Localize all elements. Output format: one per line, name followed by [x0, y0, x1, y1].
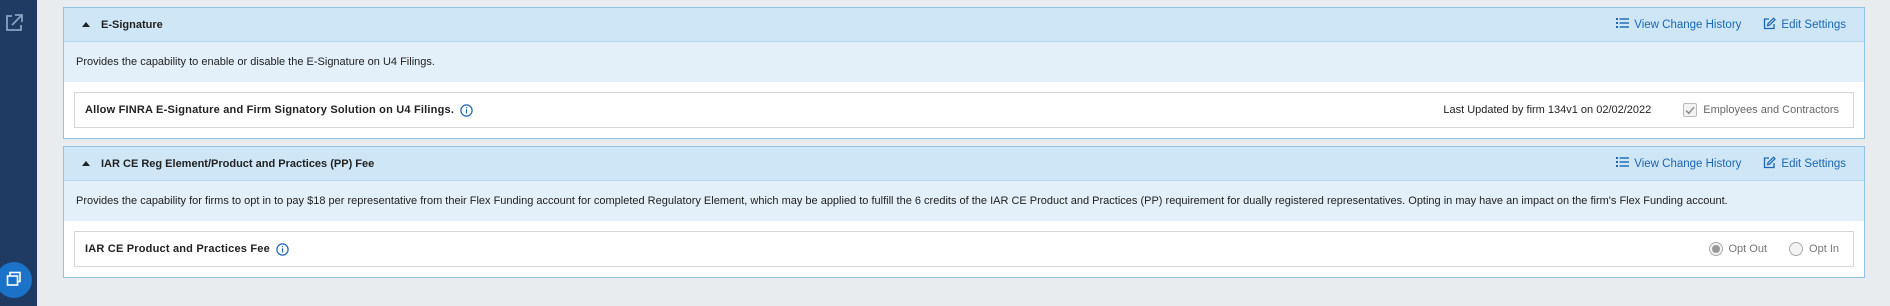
windows-button[interactable] [0, 262, 32, 298]
info-icon[interactable] [276, 242, 289, 256]
list-icon [1616, 156, 1630, 171]
setting-row: IAR CE Product and Practices Fee Opt Out [74, 231, 1854, 267]
radio-unselected-icon[interactable] [1789, 242, 1804, 256]
view-change-history-link[interactable]: View Change History [1616, 156, 1741, 171]
windows-icon [6, 271, 22, 290]
left-rail [0, 0, 37, 306]
section-header: E-Signature View Change History Edit Set… [64, 8, 1864, 42]
edit-settings-label: Edit Settings [1781, 157, 1846, 170]
checkbox-checked-icon[interactable] [1683, 103, 1698, 117]
info-icon[interactable] [460, 103, 473, 117]
opt-in-label: Opt In [1809, 243, 1839, 255]
edit-icon [1763, 155, 1777, 172]
employees-contractors-checkbox[interactable]: Employees and Contractors [1683, 103, 1839, 117]
opt-out-radio[interactable]: Opt Out [1708, 242, 1768, 256]
list-icon [1616, 17, 1630, 32]
edit-settings-link[interactable]: Edit Settings [1763, 155, 1846, 172]
view-change-history-link[interactable]: View Change History [1616, 17, 1741, 32]
section-description: Provides the capability for firms to opt… [64, 181, 1864, 221]
settings-main: E-Signature View Change History Edit Set… [63, 7, 1865, 285]
section-e-signature: E-Signature View Change History Edit Set… [63, 7, 1865, 139]
section-title: IAR CE Reg Element/Product and Practices… [101, 157, 375, 170]
view-change-history-label: View Change History [1634, 157, 1742, 170]
checkbox-label: Employees and Contractors [1703, 104, 1839, 116]
section-description: Provides the capability to enable or dis… [64, 42, 1864, 82]
radio-selected-icon[interactable] [1708, 242, 1723, 256]
collapse-caret-icon[interactable] [82, 161, 90, 166]
opt-in-radio[interactable]: Opt In [1789, 242, 1839, 256]
collapse-caret-icon[interactable] [82, 22, 90, 27]
view-change-history-label: View Change History [1634, 18, 1742, 31]
opt-out-label: Opt Out [1728, 243, 1768, 255]
setting-label: IAR CE Product and Practices Fee [85, 243, 270, 255]
edit-icon [1763, 16, 1777, 33]
external-link-icon[interactable] [3, 12, 25, 34]
section-title: E-Signature [101, 18, 163, 31]
edit-settings-label: Edit Settings [1781, 18, 1846, 31]
last-updated-text: Last Updated by firm 134v1 on 02/02/2022 [1443, 104, 1652, 116]
section-iar-ce-fee: IAR CE Reg Element/Product and Practices… [63, 146, 1865, 278]
setting-row: Allow FINRA E-Signature and Firm Signato… [74, 92, 1854, 128]
edit-settings-link[interactable]: Edit Settings [1763, 16, 1846, 33]
setting-label: Allow FINRA E-Signature and Firm Signato… [85, 104, 455, 116]
section-header: IAR CE Reg Element/Product and Practices… [64, 147, 1864, 181]
